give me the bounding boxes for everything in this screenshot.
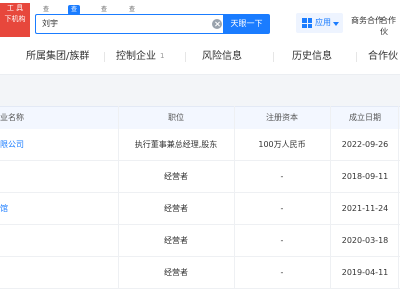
table-header: 业名称 职位 注册资本 成立日期 xyxy=(0,106,400,130)
date-cell: 2018-09-11 xyxy=(341,172,389,181)
date-cell: 2022-09-26 xyxy=(341,140,389,149)
top-header: 工 具 下机构 查公司 查老板 查关系 查风险 刘宇 天眼一下 应用 商务合作 … xyxy=(0,0,400,41)
company-name-link[interactable] xyxy=(0,161,118,192)
apps-menu[interactable]: 应用 xyxy=(296,13,343,33)
date-cell: 2021-11-24 xyxy=(341,204,389,213)
tab-controlled-companies[interactable]: 控制企业 1 xyxy=(116,40,164,74)
table-row[interactable]: 限公司 执行董事兼总经理,股东 100万人民币 2022-09-26 xyxy=(0,129,400,161)
nav-business-cooperation[interactable]: 商务合作 xyxy=(351,15,383,26)
company-name-link[interactable]: 馆 xyxy=(0,193,118,224)
role-cell: 执行董事兼总经理,股东 xyxy=(134,140,218,149)
tab-label: 历史信息 xyxy=(292,51,332,62)
section-tabs: 所属集团/族群 控制企业 1 风险信息 历史信息 合作伙 xyxy=(0,40,400,75)
table-row[interactable]: 经营者 - 2020-03-18 xyxy=(0,225,400,257)
apps-label: 应用 xyxy=(315,18,331,27)
date-cell: 2019-04-11 xyxy=(341,268,389,277)
capital-cell: - xyxy=(280,204,284,213)
column-divider xyxy=(234,106,235,289)
company-name-link[interactable] xyxy=(0,225,118,256)
col-header-role: 职位 xyxy=(168,113,184,122)
tab-history[interactable]: 历史信息 xyxy=(292,40,332,74)
role-cell: 经营者 xyxy=(164,172,188,181)
tab-count: 1 xyxy=(160,52,165,60)
nav-partner[interactable]: 合作伙 xyxy=(380,15,400,37)
role-cell: 经营者 xyxy=(164,268,188,277)
tab-separator xyxy=(185,52,186,62)
capital-cell: 100万人民币 xyxy=(258,140,306,149)
capital-cell: - xyxy=(280,268,284,277)
date-cell: 2020-03-18 xyxy=(341,236,389,245)
role-cell: 经营者 xyxy=(164,204,188,213)
table-row[interactable]: 经营者 - 2018-09-11 xyxy=(0,161,400,193)
table-row[interactable]: 经营者 - 2019-04-11 xyxy=(0,257,400,289)
company-name-link[interactable]: 限公司 xyxy=(0,129,118,160)
tab-label: 风险信息 xyxy=(202,51,242,62)
search-button[interactable]: 天眼一下 xyxy=(223,14,270,34)
grid-icon xyxy=(302,18,312,28)
column-divider xyxy=(398,106,399,289)
section-spacer xyxy=(0,75,400,106)
column-divider xyxy=(330,106,331,289)
search-value: 刘宇 xyxy=(42,19,58,28)
badge-line-1: 工 具 xyxy=(6,4,24,12)
column-divider xyxy=(118,106,119,289)
tab-group[interactable]: 所属集团/族群 xyxy=(26,40,89,74)
tool-badge[interactable]: 工 具 下机构 xyxy=(0,3,30,37)
col-header-capital: 注册资本 xyxy=(266,113,298,122)
badge-line-2: 下机构 xyxy=(4,15,26,23)
capital-cell: - xyxy=(280,172,284,181)
tab-label: 合作伙 xyxy=(368,51,398,62)
col-header-date: 成立日期 xyxy=(349,113,381,122)
tab-partners[interactable]: 合作伙 xyxy=(368,40,398,74)
capital-cell: - xyxy=(280,236,284,245)
tab-separator xyxy=(104,52,105,62)
chevron-down-icon xyxy=(333,22,339,26)
tab-separator xyxy=(356,52,357,62)
tab-label: 所属集团/族群 xyxy=(26,51,90,62)
col-header-name: 业名称 xyxy=(0,113,24,122)
company-name-link[interactable] xyxy=(0,257,118,288)
role-cell: 经营者 xyxy=(164,236,188,245)
tab-risk-info[interactable]: 风险信息 xyxy=(202,40,242,74)
tab-label: 控制企业 xyxy=(116,51,156,62)
tab-separator xyxy=(273,52,274,62)
search-input[interactable]: 刘宇 xyxy=(35,14,224,34)
clear-icon[interactable] xyxy=(212,19,222,29)
table-row[interactable]: 馆 经营者 - 2021-11-24 xyxy=(0,193,400,225)
